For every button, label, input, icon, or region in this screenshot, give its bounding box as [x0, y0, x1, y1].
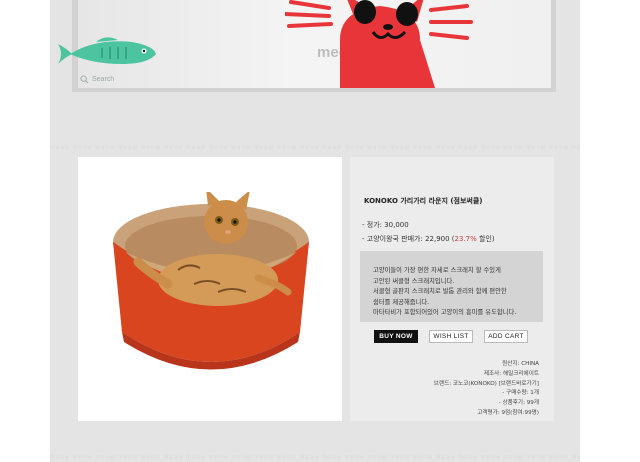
description-line: 고양이들이 가장 편한 자세로 스크래치 할 수있게 — [373, 267, 501, 274]
description-line: 쉼터를 제공해줍니다. — [373, 298, 430, 306]
product-title: KONOKO 가리가리 라운지 (점보써클) — [364, 197, 483, 205]
manufacturer: 제조사: 해밀크리에이트 — [483, 370, 539, 377]
product-meta: 원산지: CHINA 제조사: 해밀크리에이트 브랜드: 코노코(KONOKO)… — [434, 360, 539, 419]
price-list: - 정가: 30,000 - 고양이왕국 판매가: 22,900 (23.7% … — [362, 218, 495, 246]
meow-pattern-divider: meow meow meow meow meow meow meow meow … — [50, 145, 580, 151]
sale-price: - 고양이왕국 판매가: 22,900 (23.7% 할인) — [362, 232, 495, 246]
meow-pattern-divider-bottom: meow meow meow meow meow meow meow meow … — [50, 455, 580, 461]
product-photo-cat-scratcher[interactable] — [108, 192, 314, 387]
product-image-panel — [78, 157, 342, 421]
list-price: - 정가: 30,000 — [362, 221, 409, 229]
brand-link[interactable]: 브랜드: 코노코(KONOKO) [브랜드바로가기] — [434, 380, 539, 390]
search-box[interactable]: Search — [80, 72, 140, 86]
review-count: - 상품후기: 99개 — [498, 400, 539, 407]
description-line: 마타타비가 포함되어있어 고양이의 흥미를 유도합니다. — [373, 309, 517, 316]
red-cat-logo-icon — [285, 0, 473, 88]
product-description: 고양이들이 가장 편한 자세로 스크래치 할 수있게 고안된 써클형 스크래치입… — [373, 266, 543, 319]
sale-price-prefix: - 고양이왕국 판매가: 22,900 ( — [362, 235, 455, 243]
description-line: 서클형 골판지 스크래치로 발톱 관리와 함께 편안한 — [373, 288, 507, 295]
discount-rate: 23.7% — [454, 235, 477, 243]
add-cart-button[interactable]: ADD CART — [484, 330, 528, 343]
customer-rating: 고객평가: 9점(참여:99명) — [477, 409, 539, 416]
sale-price-suffix: 할인) — [476, 235, 495, 243]
description-line: 고안된 써클형 스크래치입니다. — [373, 277, 455, 285]
search-icon — [80, 74, 89, 83]
purchase-count: - 구매수량: 1개 — [502, 390, 539, 397]
origin: 원산지: CHINA — [502, 361, 539, 367]
fish-logo-icon[interactable] — [56, 34, 160, 70]
search-label: Search — [92, 75, 115, 83]
wish-list-button[interactable]: WISH LIST — [429, 330, 473, 343]
buy-now-button[interactable]: BUY NOW — [374, 330, 418, 343]
